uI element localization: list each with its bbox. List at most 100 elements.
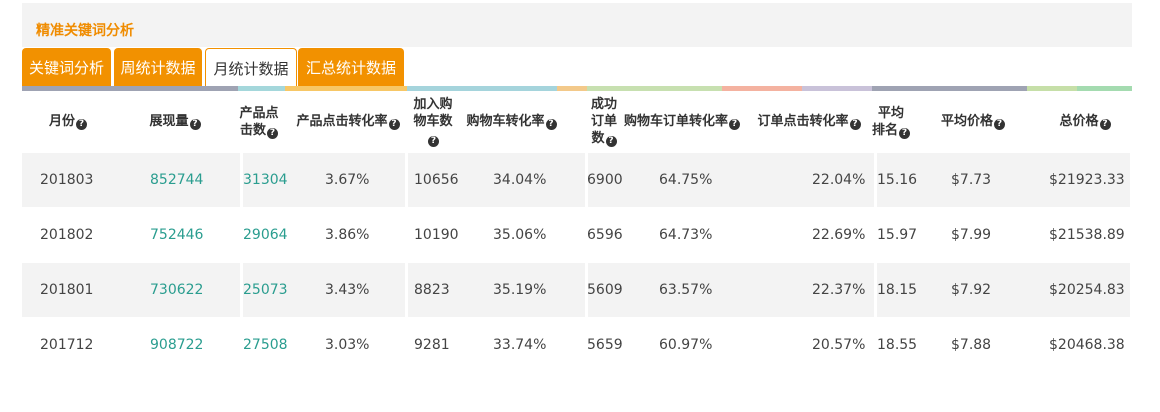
cell-impressions[interactable]: 730622	[150, 263, 203, 317]
column-header-label: 订单点击转化率	[757, 114, 849, 129]
cell-impressions[interactable]: 852744	[150, 153, 203, 207]
cell-product-clicks[interactable]: 31304	[243, 153, 288, 207]
help-icon[interactable]: ?	[545, 119, 557, 130]
cell-month: 201801	[40, 282, 94, 298]
cell-add-cart: 8823	[414, 282, 450, 298]
column-header-label: 平均价格	[940, 114, 993, 129]
cell-avg-price: $7.73	[951, 172, 992, 188]
column-header-label: 成功	[590, 97, 617, 112]
cell-month: 201803	[40, 172, 94, 188]
column-header-label: 物车数	[413, 114, 453, 129]
cell-order-click-conv: 20.57%	[812, 337, 866, 353]
tab-weekly-stats[interactable]: 周统计数据	[114, 48, 202, 86]
cell-cart-order-conv: 64.75%	[659, 172, 713, 188]
cell-product-clicks[interactable]: 27508	[243, 318, 288, 372]
tab-monthly-stats[interactable]: 月统计数据	[205, 48, 297, 88]
column-header-label: 击数	[239, 122, 266, 138]
column-header-label: 产品点	[239, 105, 279, 121]
column-header-label: 产品点击转化率	[296, 114, 388, 129]
cell-month: 201712	[40, 337, 94, 353]
column-header-month[interactable]: 月份?	[33, 91, 103, 152]
tab-keyword-analysis[interactable]: 关键词分析	[22, 48, 111, 86]
cell-avg-rank: 15.97	[877, 227, 918, 243]
cell-add-cart: 9281	[414, 337, 450, 353]
column-header-total-price[interactable]: 总价格?	[1050, 91, 1120, 152]
cell-order-click-conv: 22.37%	[812, 282, 866, 298]
cell-order-click-conv: 22.04%	[812, 172, 866, 188]
column-divider	[405, 263, 408, 317]
cell-add-cart: 10656	[414, 172, 459, 188]
table-row: 201803 852744 31304 3.67% 10656 34.04% 6900 64.…	[22, 153, 1130, 207]
help-icon[interactable]: ?	[267, 127, 278, 139]
table-row: 201802 752446 29064 3.86% 10190 35.06% 6596 64.…	[22, 208, 1130, 262]
cell-click-conv: 3.67%	[325, 172, 370, 188]
column-header-avg-price[interactable]: 平均价格?	[934, 91, 1012, 152]
cell-click-conv: 3.03%	[325, 337, 370, 353]
cell-orders: 5609	[587, 282, 623, 298]
column-header-cart-order-conv[interactable]: 购物车订单转化率?	[617, 91, 747, 152]
cell-impressions[interactable]: 752446	[150, 208, 203, 262]
help-icon[interactable]: ?	[189, 119, 201, 130]
column-header-avg-rank[interactable]: 平均 排名?	[870, 91, 912, 152]
column-header-add-cart[interactable]: 加入购物车数?	[409, 91, 457, 152]
help-icon[interactable]: ?	[605, 136, 617, 147]
cell-cart-conv: 35.19%	[493, 282, 547, 298]
help-icon[interactable]: ?	[729, 119, 740, 130]
cell-avg-price: $7.88	[951, 337, 992, 353]
cell-orders: 5659	[587, 337, 623, 353]
cell-cart-conv: 33.74%	[493, 337, 547, 353]
column-header-label: 平均	[877, 105, 904, 121]
column-header-label: 展现量	[149, 114, 189, 129]
help-icon[interactable]: ?	[899, 127, 910, 139]
tab-summary-stats[interactable]: 汇总统计数据	[298, 48, 404, 86]
color-bar-segment	[557, 86, 587, 91]
column-header-label: 订单	[590, 114, 617, 129]
cell-click-conv: 3.43%	[325, 282, 370, 298]
table-row: 201801 730622 25073 3.43% 8823 35.19% 5609 63.5…	[22, 263, 1130, 317]
column-header-label: 购物车转化率	[466, 114, 545, 129]
column-header-order-click-conv[interactable]: 订单点击转化率?	[750, 91, 868, 152]
column-header-label: 数	[591, 131, 605, 146]
column-header-click-conv[interactable]: 产品点击转化率?	[288, 91, 408, 152]
help-icon[interactable]: ?	[76, 119, 87, 130]
cell-month: 201802	[40, 227, 94, 243]
cell-avg-price: $7.99	[951, 227, 992, 243]
section-header: 精准关键词分析	[22, 3, 1132, 47]
cell-total-price: $20468.38	[1049, 337, 1125, 353]
column-header-impressions[interactable]: 展现量?	[140, 91, 210, 152]
cell-avg-rank: 15.16	[877, 172, 918, 188]
cell-avg-price: $7.92	[951, 282, 992, 298]
column-header-label: 排名	[871, 122, 898, 138]
cell-avg-rank: 18.55	[877, 337, 918, 353]
cell-total-price: $20254.83	[1049, 282, 1125, 298]
help-icon[interactable]: ?	[388, 119, 400, 130]
column-header-product-clicks[interactable]: 产品点 击数?	[234, 91, 284, 152]
cell-avg-rank: 18.15	[877, 282, 918, 298]
cell-impressions[interactable]: 908722	[150, 318, 203, 372]
cell-cart-order-conv: 64.73%	[659, 227, 713, 243]
column-header-label: 月份	[48, 114, 75, 129]
column-header-label: 购物车订单转化率	[623, 114, 728, 129]
cell-cart-order-conv: 63.57%	[659, 282, 713, 298]
column-header-label: 总价格	[1059, 114, 1099, 129]
cell-orders: 6900	[587, 172, 623, 188]
cell-order-click-conv: 22.69%	[812, 227, 866, 243]
help-icon[interactable]: ?	[994, 119, 1005, 130]
cell-cart-conv: 34.04%	[493, 172, 547, 188]
cell-total-price: $21923.33	[1049, 172, 1125, 188]
cell-cart-conv: 35.06%	[493, 227, 547, 243]
cell-cart-order-conv: 60.97%	[659, 337, 713, 353]
cell-add-cart: 10190	[414, 227, 459, 243]
help-icon[interactable]: ?	[428, 136, 439, 147]
help-icon[interactable]: ?	[849, 119, 861, 130]
cell-orders: 6596	[587, 227, 623, 243]
column-header-cart-conv[interactable]: 购物车转化率?	[464, 91, 559, 152]
help-icon[interactable]: ?	[1099, 119, 1111, 130]
cell-click-conv: 3.86%	[325, 227, 370, 243]
column-divider	[405, 153, 408, 207]
cell-total-price: $21538.89	[1049, 227, 1125, 243]
page-title: 精准关键词分析	[36, 23, 134, 39]
cell-product-clicks[interactable]: 29064	[243, 208, 288, 262]
column-header-label: 加入购	[413, 97, 453, 112]
cell-product-clicks[interactable]: 25073	[243, 263, 288, 317]
